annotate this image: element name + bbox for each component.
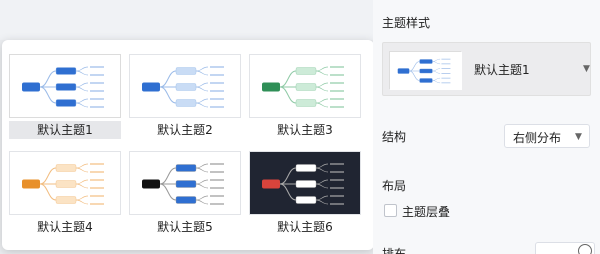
- theme-option-label: 默认主题2: [157, 123, 213, 137]
- root-node: [262, 179, 280, 189]
- branch-node: [55, 67, 77, 75]
- branch-node: [295, 83, 317, 91]
- branch-node: [295, 164, 317, 172]
- branch-node: [55, 180, 77, 188]
- theme-overlap-checkbox[interactable]: [384, 204, 397, 217]
- add-icon[interactable]: [578, 244, 592, 254]
- layout-title: 布局: [382, 179, 407, 193]
- root-node: [22, 82, 40, 92]
- canvas-top-area: [0, 0, 373, 40]
- theme-overlap-label: 主题层叠: [402, 205, 451, 219]
- branch-node: [419, 59, 433, 64]
- theme-option-label: 默认主题3: [277, 123, 333, 137]
- branch-node: [419, 78, 433, 83]
- branch-node: [295, 196, 317, 204]
- theme-thumbnail: [249, 151, 361, 215]
- theme-option-2[interactable]: 默认主题2: [129, 54, 241, 139]
- structure-label: 结构: [382, 130, 407, 144]
- theme-thumbnail: [9, 54, 121, 118]
- branch-node: [295, 99, 317, 107]
- current-theme-name: 默认主题1: [474, 63, 530, 77]
- theme-option-4[interactable]: 默认主题4: [9, 151, 121, 236]
- branch-node: [175, 67, 197, 75]
- branch-node: [55, 83, 77, 91]
- theme-option-3[interactable]: 默认主题3: [249, 54, 361, 139]
- branch-node: [175, 99, 197, 107]
- theme-option-label: 默认主题4: [37, 220, 93, 234]
- arrange-label: 排布: [382, 247, 407, 254]
- branch-node: [55, 196, 77, 204]
- theme-option-1[interactable]: 默认主题1: [9, 54, 121, 139]
- theme-thumbnail: [9, 151, 121, 215]
- branch-node: [175, 180, 197, 188]
- chevron-down-icon: ▼: [583, 64, 590, 74]
- branch-node: [175, 83, 197, 91]
- branch-node: [295, 67, 317, 75]
- theme-thumbnail: [129, 54, 241, 118]
- root-node: [142, 179, 160, 189]
- chevron-down-icon: ▼: [575, 132, 582, 142]
- root-node: [262, 82, 280, 92]
- theme-option-label: 默认主题1: [9, 121, 121, 139]
- theme-option-5[interactable]: 默认主题5: [129, 151, 241, 236]
- branch-node: [295, 180, 317, 188]
- theme-option-6[interactable]: 默认主题6: [249, 151, 361, 236]
- structure-select[interactable]: 右侧分布 ▼: [504, 124, 590, 148]
- branch-node: [175, 164, 197, 172]
- style-panel: 主题样式 默认主题1 ▼ 结构 右侧分布 ▼ 布局 主题层叠 排布: [373, 0, 600, 254]
- theme-option-label: 默认主题5: [157, 220, 213, 234]
- theme-style-title: 主题样式: [382, 16, 431, 30]
- theme-thumbnail: [249, 54, 361, 118]
- theme-picker-popup: 默认主题1 默认主题2 默认主题3 默认主题4 默认主题5 默认主题6: [2, 40, 374, 250]
- current-theme-thumbnail: [389, 51, 462, 90]
- branch-node: [55, 164, 77, 172]
- theme-thumbnail: [129, 151, 241, 215]
- branch-node: [419, 68, 433, 74]
- branch-node: [175, 196, 197, 204]
- root-node: [397, 68, 410, 74]
- root-node: [22, 179, 40, 189]
- theme-option-label: 默认主题6: [277, 220, 333, 234]
- branch-node: [55, 99, 77, 107]
- theme-select[interactable]: 默认主题1 ▼: [382, 42, 591, 96]
- structure-value: 右侧分布: [513, 131, 562, 145]
- root-node: [142, 82, 160, 92]
